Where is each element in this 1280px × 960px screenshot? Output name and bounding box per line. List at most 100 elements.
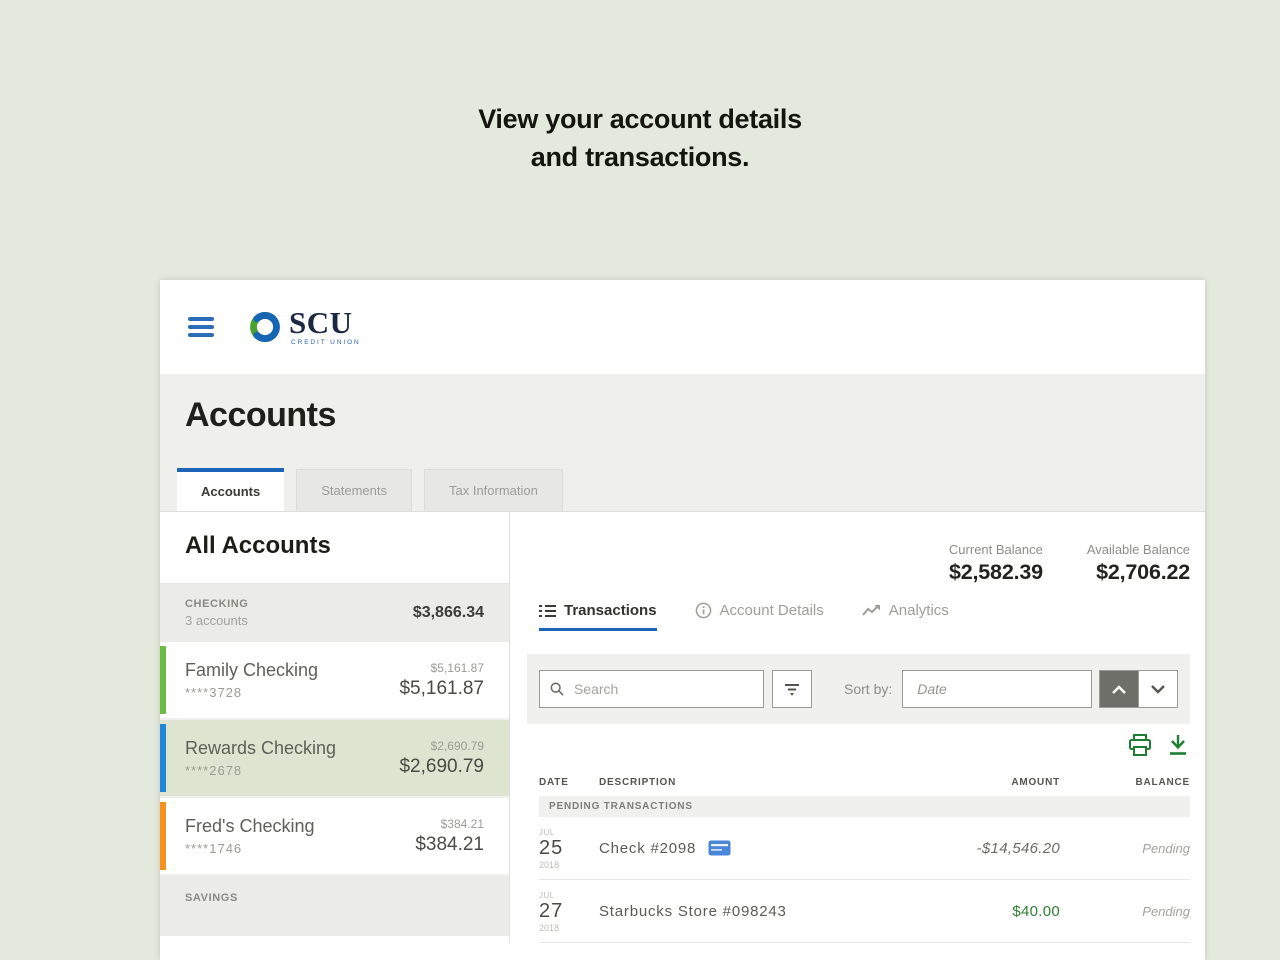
- account-color-bar: [160, 724, 166, 792]
- tab-statements[interactable]: Statements: [296, 469, 412, 511]
- sort-value-input[interactable]: [915, 680, 1080, 698]
- chevron-up-icon: [1112, 684, 1126, 694]
- table-tools: [527, 724, 1190, 766]
- check-image-icon[interactable]: [708, 840, 731, 856]
- checking-group-label: CHECKING: [185, 598, 249, 610]
- sort-by-label: Sort by:: [844, 681, 893, 697]
- page-header: Accounts Accounts Statements Tax Informa…: [160, 374, 1205, 512]
- account-color-bar: [160, 646, 166, 714]
- checking-group-count: 3 accounts: [185, 613, 248, 628]
- filter-button[interactable]: [772, 670, 812, 708]
- page-headline: View your account details and transactio…: [0, 100, 1280, 176]
- scu-swirl-icon: [250, 312, 280, 342]
- tab-analytics[interactable]: Analytics: [861, 602, 949, 631]
- hamburger-menu-icon[interactable]: [188, 317, 214, 337]
- account-available-amount: $2,690.79: [430, 738, 484, 753]
- account-balance-amount: $5,161.87: [399, 677, 484, 699]
- logo-text: SCU: [289, 305, 353, 341]
- account-number-masked: ****3728: [185, 685, 243, 700]
- checking-group-total: $3,866.34: [412, 604, 484, 621]
- download-icon[interactable]: [1168, 734, 1188, 756]
- account-available-amount: $384.21: [440, 816, 484, 831]
- print-icon[interactable]: [1128, 734, 1152, 756]
- filter-icon: [785, 683, 799, 696]
- transaction-description-text: Starbucks Store #098243: [599, 902, 787, 920]
- sidebar-title: All Accounts: [160, 512, 509, 584]
- column-header-balance: BALANCE: [1135, 777, 1190, 788]
- transactions-panel: Current Balance $2,582.39 Available Bala…: [510, 512, 1205, 943]
- transaction-date: JUL 25 2018: [539, 827, 599, 870]
- transaction-row[interactable]: JUL 25 2018 Check #2098 -$14,546.20 Pend…: [539, 817, 1190, 880]
- page-title: Accounts: [185, 396, 336, 434]
- transaction-description-text: Check #2098: [599, 839, 697, 857]
- current-balance-value: $2,582.39: [949, 560, 1043, 584]
- account-number-masked: ****1746: [185, 841, 243, 856]
- transaction-day: 27: [539, 899, 564, 922]
- headline-line2: and transactions.: [530, 142, 750, 172]
- available-balance-value: $2,706.22: [1096, 560, 1190, 584]
- sort-descending-button[interactable]: [1138, 671, 1177, 707]
- account-item-family-checking[interactable]: Family Checking ****3728 $5,161.87 $5,16…: [160, 642, 509, 720]
- trend-icon: [861, 605, 880, 616]
- account-balance-amount: $384.21: [415, 833, 484, 855]
- list-icon: [539, 604, 556, 617]
- tab-accounts-label: Accounts: [201, 484, 261, 499]
- accounts-sidebar: All Accounts CHECKING 3 accounts $3,866.…: [160, 512, 510, 943]
- chevron-down-icon: [1151, 684, 1165, 694]
- transaction-year: 2018: [539, 859, 560, 870]
- available-balance-label: Available Balance: [1086, 542, 1190, 557]
- current-balance-label: Current Balance: [948, 542, 1043, 557]
- account-name: Rewards Checking: [185, 738, 337, 758]
- pending-transactions-band: PENDING TRANSACTIONS: [539, 796, 1190, 817]
- info-icon: [695, 602, 711, 619]
- transaction-day: 25: [539, 836, 564, 859]
- tab-statements-label: Statements: [321, 483, 387, 498]
- search-input[interactable]: [571, 680, 753, 698]
- page-tabs: Accounts Statements Tax Information: [177, 468, 563, 511]
- savings-group-label: SAVINGS: [185, 892, 238, 904]
- transaction-amount: -$14,546.20: [976, 839, 1060, 857]
- tab-tax-information[interactable]: Tax Information: [424, 469, 563, 511]
- balance-summary: Current Balance $2,582.39 Available Bala…: [527, 512, 1190, 602]
- scu-logo[interactable]: SCU CREDIT UNION: [244, 306, 361, 348]
- account-number-masked: ****2678: [185, 763, 243, 778]
- checking-group-header: CHECKING 3 accounts $3,866.34: [160, 584, 509, 642]
- account-name: Family Checking: [185, 660, 319, 680]
- panel-tabs: Transactions Account Details Analytics: [527, 602, 1190, 646]
- tab-transactions[interactable]: Transactions: [539, 602, 657, 631]
- sort-ascending-button[interactable]: [1100, 671, 1138, 707]
- column-header-description: DESCRIPTION: [599, 777, 677, 788]
- app-bar: SCU CREDIT UNION: [160, 280, 1205, 374]
- transaction-description: Check #2098: [599, 840, 850, 857]
- account-item-rewards-checking[interactable]: Rewards Checking ****2678 $2,690.79 $2,6…: [160, 720, 509, 798]
- tab-account-details[interactable]: Account Details: [695, 602, 824, 631]
- transaction-amount: $40.00: [1012, 902, 1060, 920]
- transaction-month: JUL: [539, 827, 555, 837]
- logo-subtext: CREDIT UNION: [291, 339, 361, 347]
- transaction-status: Pending: [1142, 903, 1190, 919]
- savings-group-header: SAVINGS: [160, 876, 509, 936]
- column-header-amount: AMOUNT: [1011, 777, 1060, 788]
- transaction-status: Pending: [1142, 840, 1190, 856]
- transaction-month: JUL: [539, 890, 555, 900]
- tab-accounts[interactable]: Accounts: [177, 468, 285, 511]
- transaction-row[interactable]: JUL 27 2018 Starbucks Store #098243 $40.…: [539, 880, 1190, 943]
- table-header-row: DATE DESCRIPTION AMOUNT BALANCE: [527, 766, 1190, 796]
- tab-account-details-label: Account Details: [719, 602, 824, 619]
- tab-analytics-label: Analytics: [888, 602, 949, 619]
- filter-bar: Sort by:: [527, 654, 1190, 724]
- column-header-date: DATE: [539, 777, 569, 788]
- account-item-freds-checking[interactable]: Fred's Checking ****1746 $384.21 $384.21: [160, 798, 509, 876]
- account-color-bar: [160, 802, 166, 870]
- search-box: [539, 670, 764, 708]
- transaction-year: 2018: [539, 922, 560, 933]
- headline-line1: View your account details: [478, 104, 802, 134]
- account-available-amount: $5,161.87: [430, 660, 484, 675]
- account-balance-amount: $2,690.79: [399, 755, 484, 777]
- sort-field: [902, 670, 1093, 708]
- tab-transactions-label: Transactions: [564, 602, 657, 619]
- transaction-date: JUL 27 2018: [539, 890, 599, 933]
- account-name: Fred's Checking: [185, 816, 315, 836]
- search-icon: [550, 682, 564, 696]
- app-window: SCU CREDIT UNION Accounts Accounts State…: [160, 280, 1205, 960]
